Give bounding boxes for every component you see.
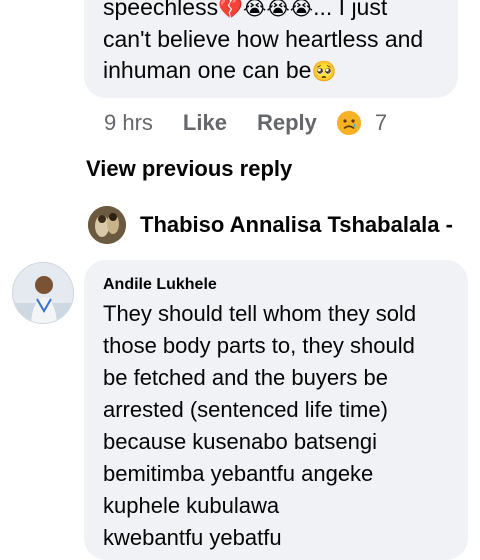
avatar[interactable] <box>88 206 126 244</box>
reply-author-name[interactable]: Thabiso Annalisa Tshabalala - <box>140 212 453 238</box>
like-button[interactable]: Like <box>183 110 227 136</box>
comment-line: kwebantfu yebatfu <box>103 525 282 550</box>
comment-meta-row: 9 hrs Like Reply 7 <box>104 108 387 138</box>
comment-line-3: inhuman one can be <box>103 57 312 83</box>
comment-author[interactable]: Andile Lukhele <box>103 276 217 294</box>
comment-body: They should tell whom they sold those bo… <box>103 298 453 554</box>
sad-face-icon[interactable] <box>336 111 361 135</box>
pleading-face-emoji: 🥺 <box>311 59 337 83</box>
crying-emoji: 😭 <box>266 0 290 20</box>
reply-button[interactable]: Reply <box>257 110 317 136</box>
comment-line: kuphele kubulawa <box>103 493 280 518</box>
comment-line-1: speechless <box>103 0 219 20</box>
broken-heart-emoji: 💔 <box>218 0 243 20</box>
comment-line-2: can't believe how heartless and <box>103 26 424 52</box>
comment-line: bemitimba yebantfu angeke <box>103 461 374 486</box>
crying-emoji: 😭 <box>289 0 314 20</box>
reaction-count[interactable]: 7 <box>375 110 387 136</box>
comment-bubble-top[interactable]: speechless💔😭😭😭... I just can't believe h… <box>84 0 458 98</box>
comment-line: arrested (sentenced life time) <box>103 397 388 422</box>
comment-line: because kusenabo batsengi <box>103 429 377 454</box>
comment-line: They should tell whom they sold <box>103 301 417 326</box>
comment-bubble[interactable]: Andile Lukhele They should tell whom the… <box>84 260 468 560</box>
comment-text-top: speechless💔😭😭😭... I just can't believe h… <box>103 0 453 87</box>
comment-timestamp: 9 hrs <box>104 110 153 135</box>
reply-preview[interactable]: Thabiso Annalisa Tshabalala - <box>88 206 453 244</box>
crying-emoji: 😭 <box>242 0 267 20</box>
comment-line: be fetched and the buyers be <box>103 365 388 390</box>
comment-line-1-suffix: ... I just <box>313 0 388 20</box>
view-previous-reply-link[interactable]: View previous reply <box>86 156 292 182</box>
avatar[interactable] <box>12 262 74 324</box>
comment-line: those body parts to, they should <box>103 333 415 358</box>
